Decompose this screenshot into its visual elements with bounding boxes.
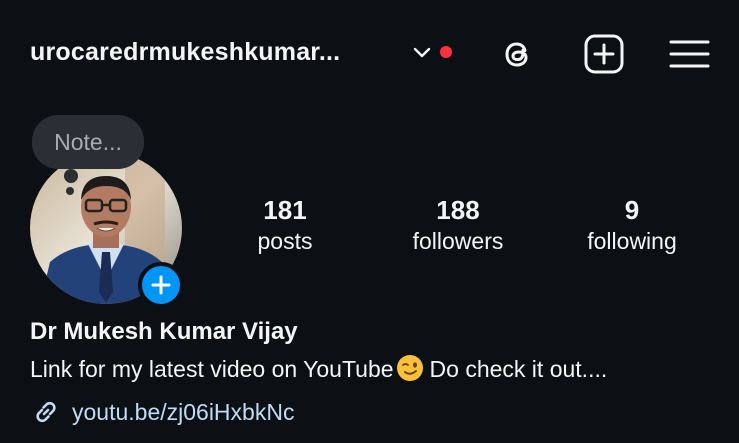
stat-following[interactable]: 9 following	[572, 195, 692, 257]
stat-following-count: 9	[624, 195, 640, 225]
stat-posts-count: 181	[263, 195, 307, 225]
profile-username[interactable]: urocaredrmukeshkumar...	[30, 38, 340, 67]
note-bubble[interactable]: Note...	[32, 115, 144, 169]
note-placeholder: Note...	[54, 128, 122, 155]
stat-posts[interactable]: 181 posts	[235, 195, 335, 257]
threads-icon[interactable]	[496, 32, 540, 76]
note-tail	[64, 169, 78, 183]
stat-posts-label: posts	[257, 228, 313, 254]
hamburger-menu-icon[interactable]	[668, 32, 712, 76]
winking-face-emoji-icon	[396, 355, 423, 381]
add-story-button[interactable]	[138, 262, 184, 308]
profile-full-name: Dr Mukesh Kumar Vijay	[30, 318, 298, 345]
profile-bio: Link for my latest video on YouTube Do c…	[30, 354, 607, 383]
stat-followers[interactable]: 188 followers	[398, 195, 518, 257]
link-icon	[36, 401, 56, 423]
stat-following-label: following	[587, 228, 677, 254]
profile-link[interactable]: youtu.be/zj06iHxbkNc	[30, 396, 294, 428]
notification-dot	[440, 46, 452, 58]
plus-square-icon[interactable]	[582, 32, 626, 76]
plus-icon	[151, 275, 171, 295]
bio-suffix: Do check it out....	[429, 356, 608, 382]
bio-text: Link for my latest video on YouTube	[30, 356, 394, 382]
stat-followers-label: followers	[412, 228, 504, 254]
stat-followers-count: 188	[436, 195, 480, 225]
note-tail-small	[66, 187, 74, 195]
chevron-down-icon[interactable]	[410, 40, 434, 64]
profile-link-text[interactable]: youtu.be/zj06iHxbkNc	[72, 399, 294, 426]
